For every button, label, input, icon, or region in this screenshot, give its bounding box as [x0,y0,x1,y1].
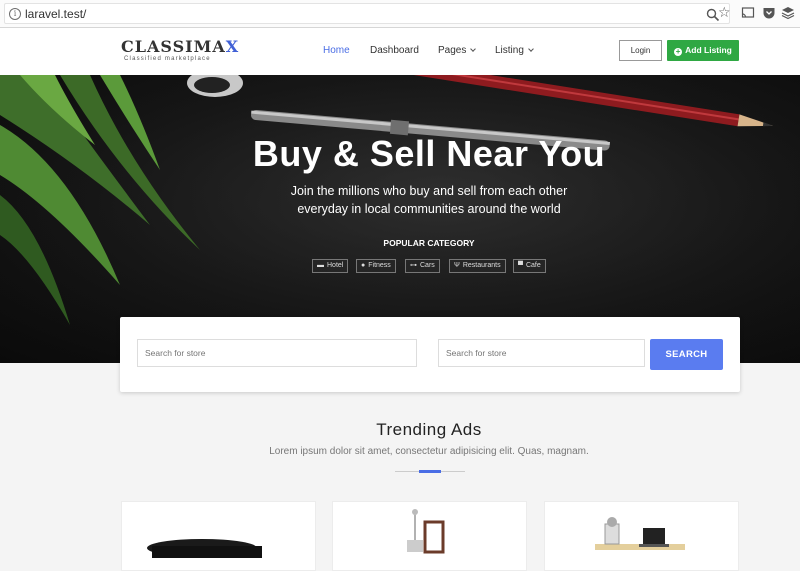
popular-category-label: POPULAR CATEGORY [383,238,475,248]
ad-card-image [595,517,685,550]
category-chip-cars[interactable]: ⊶ Cars [405,259,440,273]
section-divider-accent [419,470,441,473]
site-navbar: CLASSIMAX Classified marketplace Home Da… [0,28,800,75]
ad-card-image [147,539,262,558]
address-bar[interactable]: i laravel.test/ [4,3,730,24]
add-listing-button[interactable]: + Add Listing [667,40,739,61]
star-icon[interactable]: ☆ [718,4,731,20]
search-panel: SEARCH [120,317,740,392]
info-icon[interactable]: i [9,8,21,20]
nav-home[interactable]: Home [323,45,350,57]
store-search-input-2[interactable] [438,339,645,367]
fitness-icon: ● [361,262,366,269]
category-chip-fitness[interactable]: ● Fitness [356,259,396,273]
category-chip-restaurants[interactable]: Ψ Restaurants [449,259,506,273]
pocket-icon[interactable] [762,6,776,20]
ad-card[interactable] [332,501,527,571]
cast-icon[interactable] [741,6,755,20]
logo-tagline: Classified marketplace [124,56,211,62]
search-button[interactable]: SEARCH [650,339,723,370]
browser-toolbar: i laravel.test/ ☆ [0,0,800,28]
hero-subtitle: Join the millions who buy and sell from … [290,184,568,216]
logo-wordmark: CLASSIMAX [121,37,240,56]
trending-subtitle: Lorem ipsum dolor sit amet, consectetur … [269,446,589,457]
nav-listing[interactable]: Listing [495,45,534,57]
ad-card-image [407,509,445,554]
ad-card[interactable] [544,501,739,571]
address-url[interactable]: laravel.test/ [25,7,86,21]
hero-title: Buy & Sell Near You [252,133,606,174]
ad-card[interactable] [121,501,316,571]
car-icon: ⊶ [410,262,417,269]
trending-title: Trending Ads [376,420,482,439]
chevron-down-icon [528,46,534,52]
login-button[interactable]: Login [619,40,662,61]
plus-circle-icon: + [674,47,683,56]
category-chip-hotel[interactable]: ▬ Hotel [312,259,349,273]
chevron-down-icon [470,46,477,52]
store-search-input-1[interactable] [137,339,417,367]
bed-icon: ▬ [317,262,324,269]
site-logo[interactable]: CLASSIMAX Classified marketplace [121,38,239,62]
utensils-icon: Ψ [454,262,460,269]
coffee-icon: ▀ [518,262,523,269]
category-chip-cafe[interactable]: ▀ Cafe [513,259,546,273]
layers-icon[interactable] [781,6,795,20]
nav-pages[interactable]: Pages [438,45,477,57]
nav-dashboard[interactable]: Dashboard [370,45,419,57]
